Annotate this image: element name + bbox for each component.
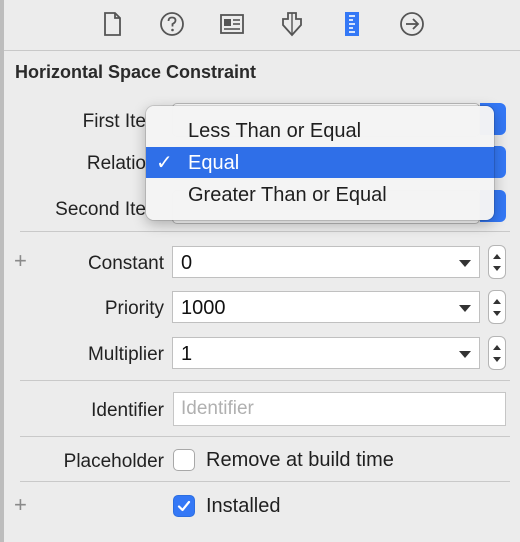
second-item-label: Second Ite [55, 199, 146, 220]
priority-combo[interactable]: 1000 [172, 291, 480, 323]
identifier-input[interactable] [174, 393, 505, 425]
chevron-down-icon[interactable] [459, 305, 471, 312]
placeholder-label: Placeholder [63, 451, 164, 472]
checkmark-icon: ✓ [156, 152, 173, 174]
remove-at-build-time-checkbox[interactable] [173, 449, 195, 471]
panel-left-border [0, 0, 4, 542]
remove-at-build-time-label[interactable]: Remove at build time [206, 449, 394, 472]
relation-label: Relatio [86, 153, 146, 174]
checkmark-icon [177, 500, 191, 512]
menu-item-label: Greater Than or Equal [188, 184, 387, 206]
connections-inspector-icon[interactable] [398, 10, 426, 38]
menu-item-less-than-or-equal[interactable]: Less Than or Equal [146, 115, 494, 146]
priority-value: 1000 [181, 297, 226, 319]
menu-item-equal[interactable]: ✓ Equal [146, 147, 494, 178]
menu-item-greater-than-or-equal[interactable]: Greater Than or Equal [146, 179, 494, 210]
file-inspector-icon[interactable] [98, 10, 126, 38]
identifier-label: Identifier [91, 400, 164, 421]
multiplier-value: 1 [181, 343, 193, 365]
add-variation-button-installed[interactable]: + [14, 492, 27, 518]
menu-item-label: Equal [188, 152, 240, 174]
identity-inspector-icon[interactable] [218, 10, 246, 38]
installed-checkbox[interactable] [173, 495, 195, 517]
add-variation-button-constant[interactable]: + [14, 248, 27, 274]
installed-label[interactable]: Installed [206, 495, 281, 518]
relation-menu: Less Than or Equal ✓ Equal Greater Than … [146, 106, 494, 220]
constant-label: Constant [87, 253, 164, 274]
priority-stepper[interactable] [488, 290, 506, 324]
divider [20, 436, 510, 437]
help-icon[interactable] [158, 10, 186, 38]
first-item-label: First Ite [82, 111, 146, 132]
constant-stepper[interactable] [488, 245, 506, 279]
divider [20, 380, 510, 381]
chevron-down-icon[interactable] [459, 260, 471, 267]
multiplier-label: Multiplier [87, 344, 164, 365]
section-title: Horizontal Space Constraint [15, 62, 257, 82]
multiplier-combo[interactable]: 1 [172, 337, 480, 369]
priority-label: Priority [104, 298, 164, 319]
chevron-down-icon[interactable] [459, 351, 471, 358]
divider [20, 231, 510, 232]
multiplier-stepper[interactable] [488, 336, 506, 370]
inspector-toolbar [4, 0, 520, 51]
identifier-field[interactable] [173, 392, 506, 426]
size-inspector-icon[interactable] [338, 10, 366, 38]
attributes-inspector-icon[interactable] [278, 10, 306, 38]
constant-combo[interactable]: 0 [172, 246, 480, 278]
menu-item-label: Less Than or Equal [188, 120, 362, 142]
divider [20, 481, 510, 482]
constant-value: 0 [181, 252, 193, 274]
